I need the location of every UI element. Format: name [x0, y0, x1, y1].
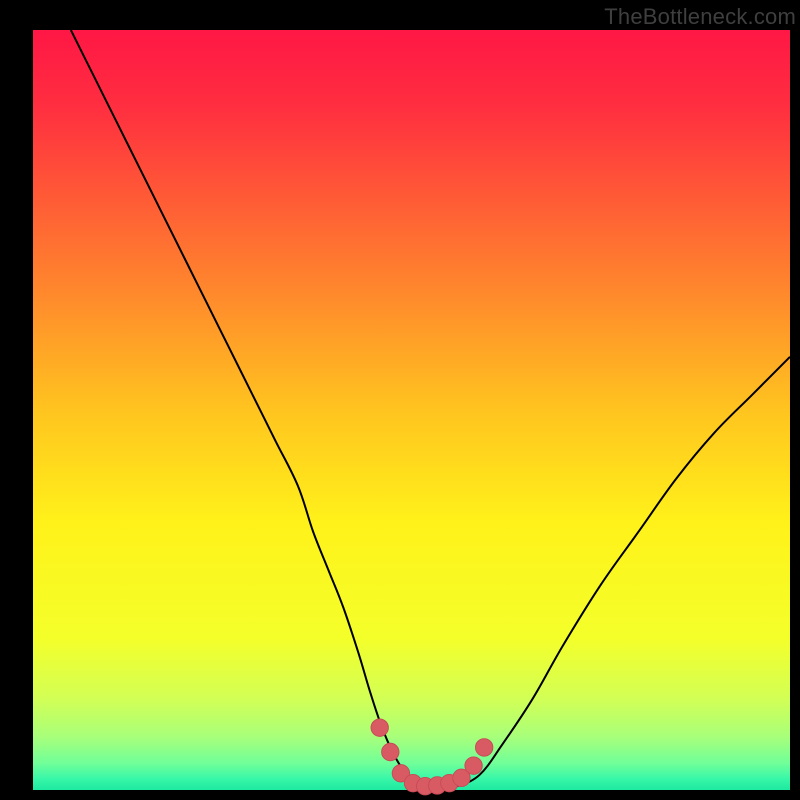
plot-area	[33, 30, 790, 790]
watermark-text: TheBottleneck.com	[604, 4, 796, 30]
valley-marker	[371, 719, 388, 736]
valley-marker	[465, 757, 482, 774]
chart-frame: TheBottleneck.com	[0, 0, 800, 800]
valley-marker	[475, 739, 492, 756]
valley-markers	[371, 719, 493, 795]
chart-svg	[33, 30, 790, 790]
valley-marker	[382, 743, 399, 760]
bottleneck-curve	[71, 30, 790, 789]
